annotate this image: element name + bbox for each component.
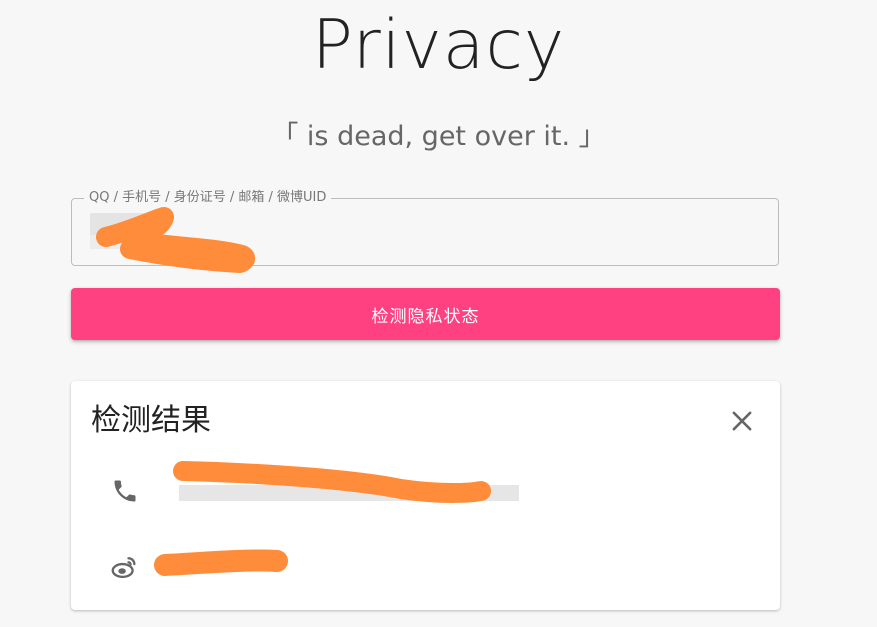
- phone-pixelation: [179, 485, 519, 501]
- weibo-icon: [111, 557, 136, 579]
- input-pixelation: [90, 235, 124, 249]
- privacy-page: Privacy 「 is dead, get over it. 」 QQ / 手…: [0, 0, 877, 627]
- search-field[interactable]: QQ / 手机号 / 身份证号 / 邮箱 / 微博UID: [71, 189, 779, 273]
- page-title: Privacy: [311, 6, 566, 85]
- result-card: 检测结果: [71, 381, 780, 610]
- search-field-label: QQ / 手机号 / 身份证号 / 邮箱 / 微博UID: [84, 189, 332, 207]
- close-icon[interactable]: [728, 407, 756, 435]
- input-pixelation: [90, 213, 146, 235]
- list-item: [71, 541, 780, 591]
- result-card-title: 检测结果: [91, 403, 211, 438]
- list-item: [71, 461, 780, 515]
- phone-icon: [114, 480, 136, 502]
- page-subtitle: 「 is dead, get over it. 」: [271, 121, 606, 152]
- search-input[interactable]: [88, 217, 762, 251]
- check-privacy-button[interactable]: 检测隐私状态: [71, 288, 780, 340]
- weibo-redaction-scribble: [154, 549, 288, 576]
